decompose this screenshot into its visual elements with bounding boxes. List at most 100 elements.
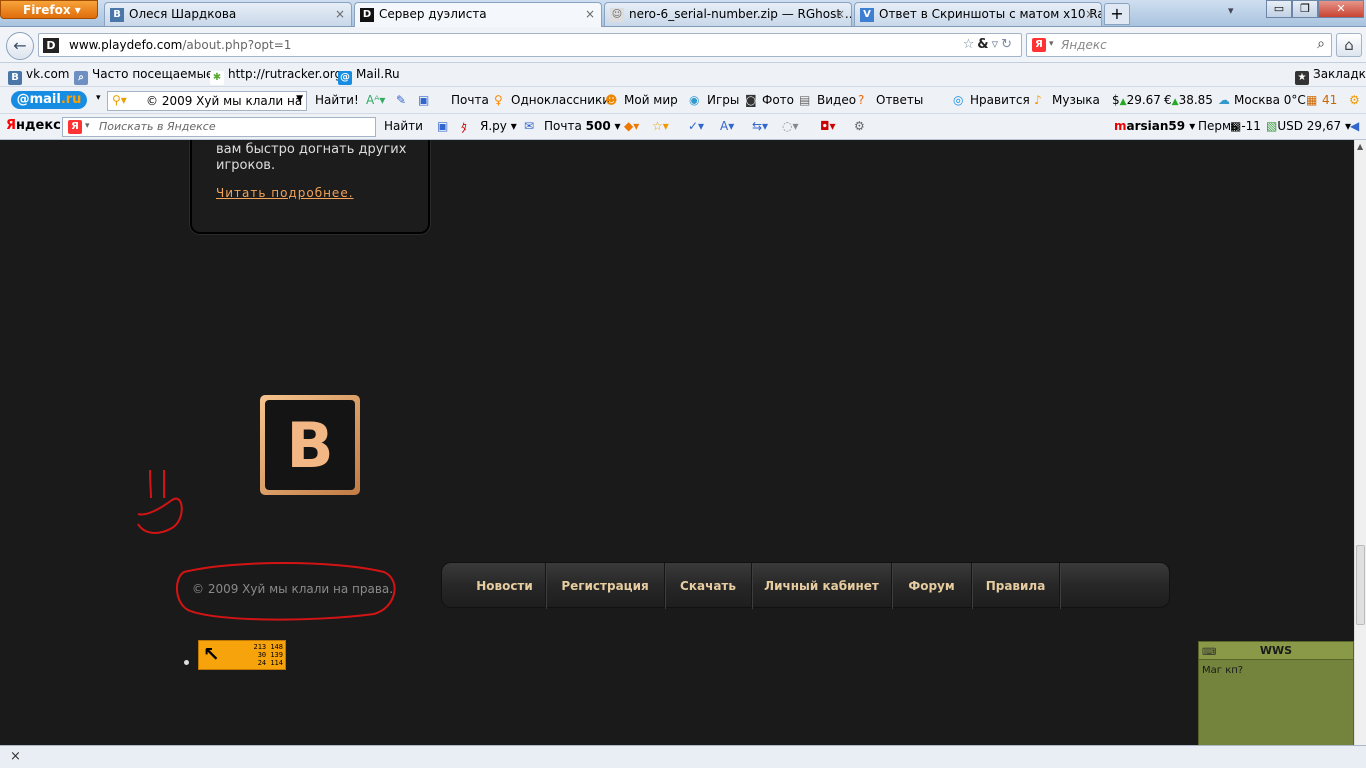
ampersand-icon[interactable]: & [977, 37, 991, 52]
url-bar[interactable]: D www.playdefo.com/about.php?opt=1 ☆&▿↻ [38, 33, 1022, 57]
mailru-answers-link[interactable]: Ответы [876, 93, 923, 107]
sound-icon[interactable]: ◀ [1350, 119, 1359, 133]
keyboard-icon[interactable]: ⌨ [1202, 644, 1216, 662]
yaru-icon: ﾀ [461, 121, 468, 135]
yandex-mail-label: Почта [544, 119, 582, 133]
mailru-music-link[interactable]: Музыка [1052, 93, 1100, 107]
url-domain: www.playdefo.com [69, 38, 183, 52]
yandex-search-input[interactable]: Я ▾ Поискать в Яндексе [62, 117, 376, 137]
close-icon[interactable]: × [835, 7, 845, 21]
translate-icon[interactable]: A▾ [720, 119, 734, 133]
home-icon[interactable]: ⌂ [1336, 33, 1362, 57]
reload-icon[interactable]: ↻ [1001, 37, 1015, 52]
mailru-like-link[interactable]: Нравится [970, 93, 1030, 107]
nav-forum[interactable]: Форум [892, 563, 972, 609]
yandex-currency[interactable]: ▧USD 29,67 ▾ [1266, 119, 1351, 133]
tab-rghost[interactable]: ☺ nero-6_serial-number.zip — RGhost ... … [604, 2, 852, 26]
close-icon[interactable]: × [10, 749, 21, 764]
yaru-label: Я.ру [480, 119, 507, 133]
settings-gear-icon[interactable]: ⚙ [854, 119, 865, 133]
mailru-logo[interactable]: @mail.ru [11, 91, 87, 109]
usd-rate: $▲29.67 [1112, 93, 1161, 107]
site-nav-menu: Новости Регистрация Скачать Личный кабин… [441, 562, 1170, 609]
bookmark-rutracker[interactable]: ✱ http://rutracker.org [210, 67, 342, 85]
status-bar: × [0, 745, 1366, 768]
arrow-icon: ↖ [203, 642, 220, 666]
mailru-find-button[interactable]: Найти! [315, 93, 359, 107]
like-icon: ◎ [953, 93, 964, 107]
mailru-photo-link[interactable]: Фото [762, 93, 794, 107]
engine-dropdown-icon[interactable]: ▾ [1049, 39, 1054, 49]
odnoklassniki-icon: ♀ [494, 93, 503, 107]
close-icon[interactable]: × [585, 7, 595, 21]
mailru-odnoklassniki-link[interactable]: Одноклассники [511, 93, 610, 107]
nav-download[interactable]: Скачать [665, 563, 752, 609]
tab-title: Олеся Шардкова [129, 7, 237, 21]
mailru-moimir-link[interactable]: Мой мир [624, 93, 678, 107]
font-size-icon[interactable]: Aᴬ▾ [366, 93, 385, 107]
box-icon[interactable]: ◆▾ [624, 119, 639, 133]
bookmark-most-visited[interactable]: ⌕ Часто посещаемые [74, 67, 213, 85]
yandex-weather[interactable]: ▩-11 [1230, 119, 1261, 133]
minimize-button[interactable]: ▭ [1266, 0, 1292, 18]
translate-page-icon[interactable]: ⇆▾ [752, 119, 768, 133]
bookmark-vk[interactable]: Bvk.com [8, 67, 70, 85]
traffic-count[interactable]: 41 [1322, 93, 1337, 107]
mailru-games-link[interactable]: Игры [707, 93, 739, 107]
bookmarks-menu[interactable]: ★ Закладки [1295, 67, 1366, 85]
bookmark-mailru[interactable]: @ Mail.Ru [338, 67, 400, 85]
spellcheck-icon[interactable]: ✓▾ [688, 119, 704, 133]
star-icon[interactable]: ☆ [963, 37, 978, 52]
tab-playdefo[interactable]: D Сервер дуэлиста × [354, 2, 602, 27]
mailru-mail-link[interactable]: Почта [451, 93, 489, 107]
visit-counter[interactable]: ↖ 213 148 30 139 24 114 [198, 640, 286, 670]
back-arrow-icon[interactable]: ← [6, 32, 34, 60]
mailru-video-link[interactable]: Видео [817, 93, 856, 107]
nav-news[interactable]: Новости [464, 563, 546, 609]
vertical-scrollbar[interactable]: ▲ [1354, 140, 1366, 745]
yandex-mail-link[interactable]: Почта 500 ▾ [544, 119, 621, 133]
dropdown-icon[interactable]: ▾ [85, 121, 90, 131]
bookmarks-bar: Bvk.com ⌕ Часто посещаемые ✱ http://rutrac… [0, 63, 1366, 87]
nav-rules[interactable]: Правила [972, 563, 1060, 609]
star-icon[interactable]: ☆▾ [652, 119, 669, 133]
search-placeholder: Яндекс [1061, 38, 1107, 52]
yandex-find-button[interactable]: Найти [384, 119, 423, 133]
pen-icon[interactable]: ✎ [396, 93, 406, 107]
tab-forum[interactable]: V Ответ в Скриншоты с матом x10 Rai... × [854, 2, 1102, 26]
tab-list-icon[interactable]: ▾ [1228, 4, 1234, 17]
dropdown-icon[interactable]: ▿ [992, 37, 1002, 52]
nav-registration[interactable]: Регистрация [546, 563, 665, 609]
scroll-up-icon[interactable]: ▲ [1357, 142, 1363, 151]
games-icon: ◉ [689, 93, 700, 107]
traffic-icon: ▦ [1306, 93, 1318, 107]
dropdown-icon[interactable]: ▼ [296, 94, 303, 104]
weather-text[interactable]: Москва 0°C [1234, 93, 1306, 107]
search-bar[interactable]: Я ▾ Яндекс ⌕ [1026, 33, 1332, 57]
url-text[interactable]: www.playdefo.com/about.php?opt=1 [69, 38, 291, 52]
firefox-menu-button[interactable]: Firefox ▾ [0, 0, 98, 19]
shield-icon[interactable]: ◘▾ [820, 119, 836, 133]
scrollbar-thumb[interactable] [1356, 545, 1365, 625]
nav-account[interactable]: Личный кабинет [752, 563, 892, 609]
close-icon[interactable]: × [335, 7, 345, 21]
comment-icon[interactable]: ◌▾ [782, 119, 799, 133]
yaru-link[interactable]: Я.ру ▾ [480, 119, 517, 133]
vk-icon[interactable]: ▣ [437, 119, 448, 133]
mailru-toolbar: @mail.ru ▾ ⚲▾ © 2009 Хуй мы клали на пр … [0, 87, 1366, 114]
yandex-user[interactable]: mmarsian59arsian59 ▾ [1114, 119, 1195, 133]
close-window-button[interactable]: ✕ [1318, 0, 1364, 18]
bookmarks-menu-label: Закладки [1313, 67, 1366, 81]
page-icon[interactable]: ▣ [418, 93, 429, 107]
close-icon[interactable]: × [1085, 7, 1095, 21]
mailru-search-input[interactable]: ⚲▾ © 2009 Хуй мы клали на пр ▼ [107, 91, 307, 111]
tab-vk[interactable]: B Олеся Шардкова × [104, 2, 352, 26]
dropdown-icon[interactable]: ▾ [96, 93, 101, 103]
vk-icon: B [110, 8, 124, 22]
new-tab-button[interactable]: + [1104, 3, 1130, 25]
maximize-button[interactable]: ❐ [1292, 0, 1318, 18]
settings-gear-icon[interactable]: ⚙ [1349, 93, 1360, 107]
bookmark-label: vk.com [26, 67, 70, 81]
search-icon[interactable]: ⌕ [1317, 36, 1325, 52]
site-favicon-icon: D [43, 38, 59, 53]
